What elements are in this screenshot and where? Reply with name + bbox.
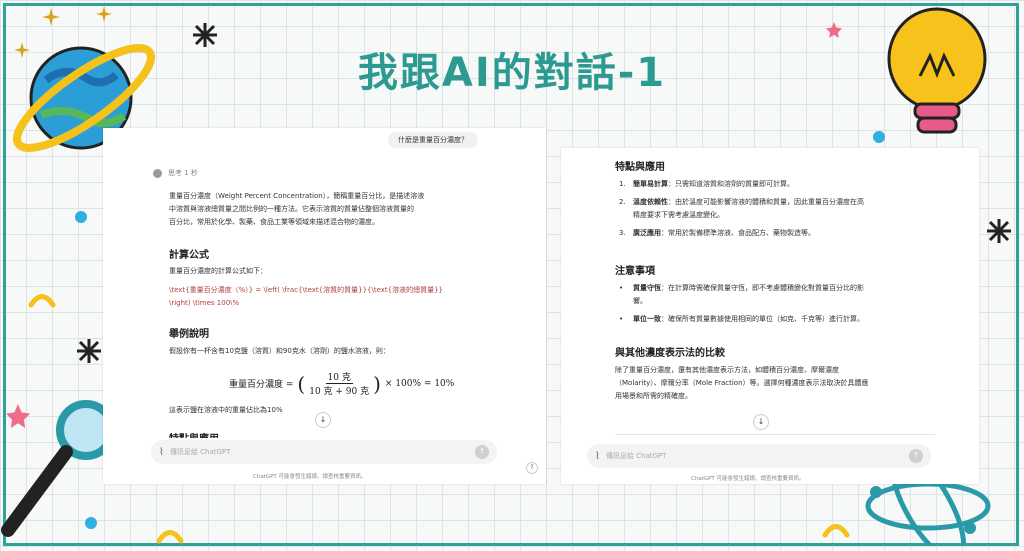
message-placeholder: 傳訊息給 ChatGPT <box>169 448 231 456</box>
item-term: 單位一致 <box>633 315 661 323</box>
heading-formula: 計算公式 <box>169 250 209 261</box>
heading-example: 舉例說明 <box>169 329 209 340</box>
asterisk-icon <box>77 339 101 363</box>
heading-next-partial: 特點與應用 <box>169 430 219 438</box>
paperclip-icon[interactable]: ⌇ <box>159 447 164 458</box>
divider <box>615 434 935 435</box>
paren-open: ( <box>297 371 306 396</box>
rendered-formula: 重量百分濃度 = ( 10 克 10 克 + 90 克 ) × 100% = 1… <box>229 370 455 398</box>
scroll-down-button[interactable]: ↓ <box>753 414 769 430</box>
arc-icon <box>156 530 184 544</box>
latex-line: \right) \times 100\% <box>169 299 240 307</box>
intro-line: 中溶質與溶液總質量之間比例的一種方法。它表示溶質的質量佔整個溶液質量的 <box>169 205 414 213</box>
arc-icon <box>822 524 850 538</box>
item-term: 質量守恆 <box>633 284 661 292</box>
item-desc: ：只需知道溶質和溶劑的質量即可計算。 <box>668 180 794 188</box>
bullet-icon: • <box>619 284 624 292</box>
paperclip-icon[interactable]: ⌇ <box>595 451 600 462</box>
heading-notes: 注意事項 <box>615 266 655 277</box>
user-message-bubble: 什麼是重量百分濃度？ <box>388 132 478 148</box>
fraction: 10 克 10 克 + 90 克 <box>309 370 369 397</box>
assistant-avatar-icon <box>153 168 162 178</box>
example-text: 假設你有一杯含有10克鹽（溶質）和90克水（溶劑）的鹽水溶液，則： <box>169 347 390 355</box>
compare-line: 用場景和所需的精確度。 <box>615 392 692 400</box>
chat-screenshot-right: 特點與應用 1. 簡單易計算：只需知道溶質和溶劑的質量即可計算。 2. 溫度依賴… <box>561 148 979 484</box>
star-icon <box>826 22 842 38</box>
item-term: 簡單易計算 <box>633 180 668 188</box>
send-button[interactable]: ↑ <box>909 449 923 463</box>
heading-compare: 與其他濃度表示法的比較 <box>615 348 725 359</box>
list-item: • 單位一致：確保所有質量數據使用相同的單位（如克、千克等）進行計算。 <box>615 313 955 326</box>
latex-formula: \text{重量百分濃度（%）} = \left( \frac{\text{溶質… <box>169 284 443 310</box>
item-desc: ：確保所有質量數據使用相同的單位（如克、千克等）進行計算。 <box>661 315 864 323</box>
list-number: 2. <box>619 198 626 206</box>
item-desc-cont: 精度要求下需考慮溫度變化。 <box>633 211 724 219</box>
message-placeholder: 傳訊息給 ChatGPT <box>605 452 667 460</box>
chat-screenshot-left: 什麼是重量百分濃度？ 思考 1 秒 重量百分濃度（Weight Percent … <box>103 128 546 484</box>
features-list: 1. 簡單易計算：只需知道溶質和溶劑的質量即可計算。 2. 溫度依賴性：由於溫度… <box>615 178 955 245</box>
list-item: 3. 廣泛應用：常用於製備標準溶液、食品配方、藥物製造等。 <box>615 227 955 240</box>
formula-lhs: 重量百分濃度 = <box>229 380 294 390</box>
item-desc: ：常用於製備標準溶液、食品配方、藥物製造等。 <box>661 229 815 237</box>
bullet-icon: • <box>619 315 624 323</box>
item-desc-cont: 響。 <box>633 297 647 305</box>
magnifier-icon <box>1 400 110 537</box>
formula-intro: 重量百分濃度的計算公式如下： <box>169 267 267 275</box>
list-item: 1. 簡單易計算：只需知道溶質和溶劑的質量即可計算。 <box>615 178 955 191</box>
heading-features: 特點與應用 <box>615 162 665 173</box>
intro-line: 重量百分濃度（Weight Percent Concentration），簡稱重… <box>169 192 425 200</box>
dot-icon <box>873 131 885 143</box>
fraction-denominator: 10 克 + 90 克 <box>309 387 370 397</box>
thinking-label: 思考 1 秒 <box>168 169 198 177</box>
list-number: 3. <box>619 229 626 237</box>
compare-paragraph: 除了重量百分濃度，還有其他濃度表示方法，如體積百分濃度、摩爾濃度 （Molari… <box>615 364 869 403</box>
list-item: 2. 溫度依賴性：由於溫度可能影響溶液的體積和質量，因此重量百分濃度在高 精度要… <box>615 196 955 222</box>
message-input[interactable]: ⌇ 傳訊息給 ChatGPT ↑ <box>587 444 931 468</box>
intro-line: 百分比，常用於化學、製藥、食品工業等領域來描述混合物的濃度。 <box>169 218 379 226</box>
scroll-down-button[interactable]: ↓ <box>315 412 331 428</box>
intro-paragraph: 重量百分濃度（Weight Percent Concentration），簡稱重… <box>169 190 424 229</box>
asterisk-icon <box>987 219 1011 243</box>
message-input[interactable]: ⌇ 傳訊息給 ChatGPT ↑ <box>151 440 497 464</box>
fraction-numerator: 10 克 <box>325 370 353 384</box>
list-number: 1. <box>619 180 626 188</box>
item-term: 溫度依賴性 <box>633 198 668 206</box>
help-button[interactable]: ? <box>526 462 538 474</box>
item-term: 廣泛應用 <box>633 229 661 237</box>
disclaimer: ChatGPT 可能會發生錯誤。請查核重要資訊。 <box>253 474 367 480</box>
item-desc: ：由於溫度可能影響溶液的體積和質量，因此重量百分濃度在高 <box>668 198 864 206</box>
latex-line: \text{重量百分濃度（%）} = \left( \frac{\text{溶質… <box>169 286 444 294</box>
dot-icon <box>75 211 87 223</box>
compare-line: （Molarity）、摩爾分率（Mole Fraction）等。選擇何種濃度表示… <box>615 379 869 387</box>
formula-rhs: × 100% = 10% <box>384 378 455 389</box>
slide-title: 我跟AI的對話-1 <box>357 50 667 96</box>
compare-line: 除了重量百分濃度，還有其他濃度表示方法，如體積百分濃度、摩爾濃度 <box>615 366 839 374</box>
disclaimer: ChatGPT 可能會發生錯誤。請查核重要資訊。 <box>691 476 805 482</box>
notes-list: • 質量守恆：在計算時需確保質量守恆，即不考慮體積變化對質量百分比的影 響。 •… <box>615 282 955 331</box>
result-text: 這表示鹽在溶液中的重量佔比為10% <box>169 406 283 414</box>
list-item: • 質量守恆：在計算時需確保質量守恆，即不考慮體積變化對質量百分比的影 響。 <box>615 282 955 308</box>
sparkle-icon <box>96 6 112 22</box>
send-button[interactable]: ↑ <box>475 445 489 459</box>
item-desc: ：在計算時需確保質量守恆，即不考慮體積變化對質量百分比的影 <box>661 284 864 292</box>
sparkle-icon <box>42 8 60 26</box>
paren-close: ) <box>373 371 381 396</box>
thinking-indicator[interactable]: 思考 1 秒 <box>153 168 198 178</box>
arc-icon <box>28 294 56 308</box>
